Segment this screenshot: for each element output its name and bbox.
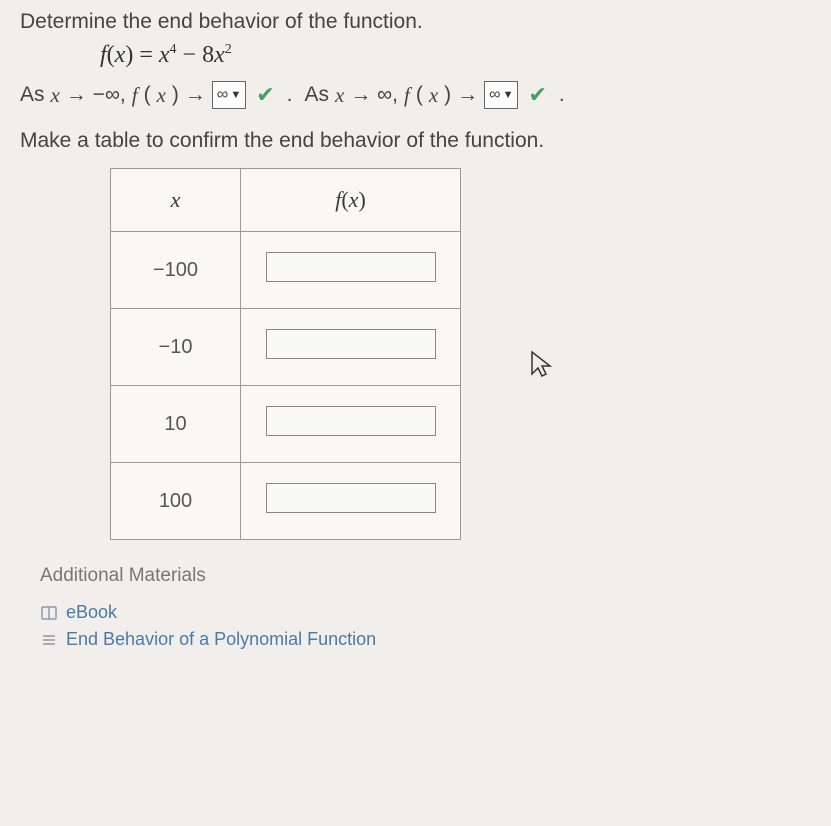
approaches-1: →	[185, 83, 206, 107]
list-icon	[40, 631, 58, 649]
cell-fx-3	[241, 463, 461, 540]
fx-f-2: f	[404, 83, 410, 108]
fx-close-1: )	[172, 83, 179, 107]
chevron-down-icon: ▼	[503, 89, 514, 101]
cell-fx-0	[241, 232, 461, 309]
select-neg-inf-behavior[interactable]: ∞ ▼	[212, 81, 246, 109]
eq-open: (	[107, 42, 115, 68]
table-header-fx: f(x)	[241, 169, 461, 232]
fx-open-2: (	[416, 83, 423, 107]
cell-x-0: −100	[111, 232, 241, 309]
fx-x-2: x	[429, 83, 438, 108]
cursor-icon	[530, 350, 556, 387]
x-var-1: x	[51, 83, 60, 108]
function-equation: f(x) = x4 − 8x2	[100, 42, 811, 69]
arrow-neg-inf: → −∞,	[66, 83, 126, 107]
fx-close-2: )	[444, 83, 451, 107]
eq-x2-base: x	[214, 42, 225, 68]
instruction-table: Make a table to confirm the end behavior…	[20, 129, 811, 153]
table-row: 100	[111, 463, 461, 540]
answer-input-0[interactable]	[266, 252, 436, 282]
chevron-down-icon: ▼	[230, 89, 241, 101]
table-row: 10	[111, 386, 461, 463]
as-text-2: As	[305, 83, 330, 107]
eq-minus: − 8	[177, 42, 215, 68]
additional-materials-heading: Additional Materials	[40, 565, 811, 587]
th-close: )	[358, 187, 365, 212]
links-section: eBook End Behavior of a Polynomial Funct…	[40, 602, 811, 650]
table-row: −10	[111, 309, 461, 386]
eq-x4-exp: 4	[170, 42, 177, 57]
arrow-pos-inf: → ∞,	[350, 83, 398, 107]
eq-x2-exp: 2	[225, 42, 232, 57]
eq-x4-base: x	[159, 42, 170, 68]
eq-f: f	[100, 42, 107, 68]
checkmark-icon: ✔	[528, 82, 546, 108]
end-behavior-label: End Behavior of a Polynomial Function	[66, 629, 376, 650]
cell-x-1: −10	[111, 309, 241, 386]
checkmark-icon: ✔	[256, 82, 274, 108]
th-open: (	[341, 187, 348, 212]
approaches-2: →	[457, 83, 478, 107]
eq-x: x	[115, 42, 126, 68]
cell-fx-2	[241, 386, 461, 463]
instruction-end-behavior: Determine the end behavior of the functi…	[20, 10, 811, 34]
cell-x-3: 100	[111, 463, 241, 540]
cell-fx-1	[241, 309, 461, 386]
ebook-link[interactable]: eBook	[40, 602, 811, 623]
answer-input-2[interactable]	[266, 406, 436, 436]
book-icon	[40, 604, 58, 622]
th-x: x	[349, 187, 359, 212]
behavior-statement: As x → −∞, f(x) → ∞ ▼ ✔ . As x → ∞, f(x)…	[20, 81, 811, 109]
table-row: −100	[111, 232, 461, 309]
period-2: .	[559, 83, 565, 107]
eq-equals: =	[133, 42, 159, 68]
fx-open-1: (	[144, 83, 151, 107]
fx-x-1: x	[157, 83, 166, 108]
fx-f-1: f	[132, 83, 138, 108]
answer-input-3[interactable]	[266, 483, 436, 513]
answer-input-1[interactable]	[266, 329, 436, 359]
as-text-1: As	[20, 83, 45, 107]
ebook-label: eBook	[66, 602, 117, 623]
cell-x-2: 10	[111, 386, 241, 463]
table-header-x: x	[111, 169, 241, 232]
period-1: .	[287, 83, 293, 107]
select-pos-inf-behavior[interactable]: ∞ ▼	[484, 81, 518, 109]
select-value-2: ∞	[489, 86, 500, 104]
end-behavior-link[interactable]: End Behavior of a Polynomial Function	[40, 629, 811, 650]
select-value-1: ∞	[217, 86, 228, 104]
values-table: x f(x) −100 −10 10 100	[110, 168, 461, 540]
x-var-2: x	[335, 83, 344, 108]
